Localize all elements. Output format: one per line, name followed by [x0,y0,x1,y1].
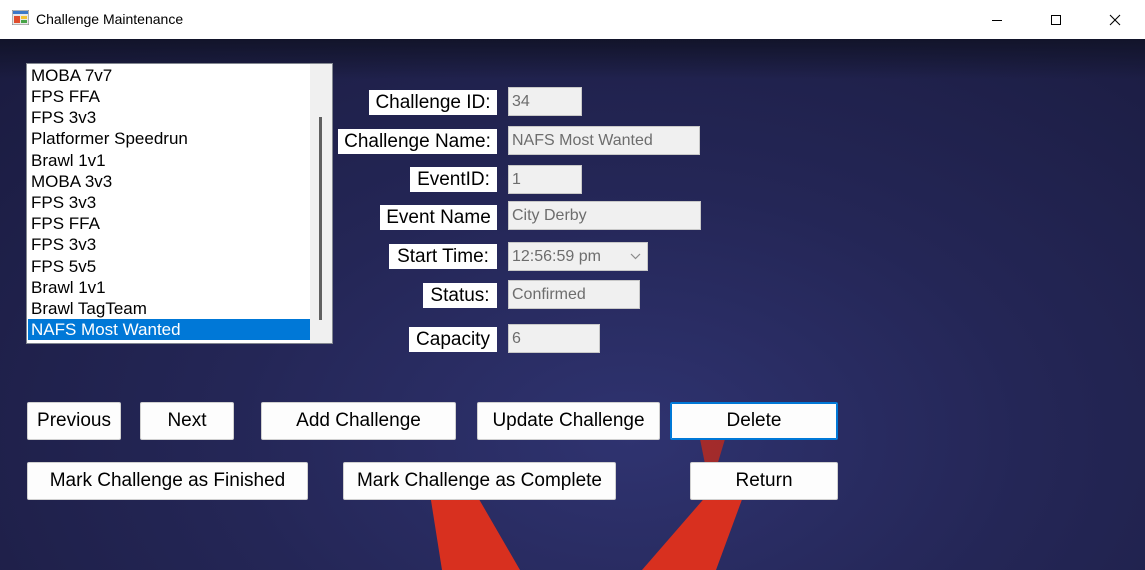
list-item[interactable]: MOBA 7v7 [28,65,310,86]
list-item[interactable]: FPS 5v5 [28,256,310,277]
return-button[interactable]: Return [690,462,838,500]
start-time-label: Start Time: [389,244,497,269]
capacity-field[interactable]: 6 [508,324,600,353]
challenge-id-field[interactable]: 34 [508,87,582,116]
minimize-icon [992,19,1002,21]
close-button[interactable] [1086,0,1144,39]
challenge-name-label: Challenge Name: [338,129,497,154]
list-item-selected[interactable]: NAFS Most Wanted [28,319,310,340]
app-icon [12,10,29,25]
title-bar: Challenge Maintenance [0,0,1145,39]
close-icon [1109,14,1121,25]
list-item[interactable]: FPS 3v3 [28,234,310,255]
window-title: Challenge Maintenance [36,11,184,27]
next-button[interactable]: Next [140,402,234,440]
start-time-value: 12:56:59 pm [512,248,601,265]
capacity-label: Capacity [409,327,497,352]
form-client-area: MOBA 7v7 FPS FFA FPS 3v3 Platformer Spee… [0,39,1145,570]
list-item[interactable]: MOBA 3v3 [28,171,310,192]
list-item[interactable]: Brawl 1v1 [28,277,310,298]
maximize-icon [1051,14,1061,25]
event-id-label: EventID: [410,167,497,192]
list-item[interactable]: Brawl 1v1 [28,150,310,171]
challenge-id-label: Challenge ID: [369,90,497,115]
list-item[interactable]: Platformer Speedrun [28,128,310,149]
status-field[interactable]: Confirmed [508,280,640,309]
listbox-scrollbar[interactable] [310,64,332,343]
challenge-listbox[interactable]: MOBA 7v7 FPS FFA FPS 3v3 Platformer Spee… [26,63,333,344]
event-name-label: Event Name [380,205,497,230]
minimize-button[interactable] [968,0,1026,39]
status-label: Status: [423,283,497,308]
list-item[interactable]: FPS FFA [28,86,310,107]
list-item[interactable]: FPS 3v3 [28,192,310,213]
scrollbar-thumb[interactable] [319,117,322,320]
event-id-field[interactable]: 1 [508,165,582,194]
chevron-down-icon[interactable] [630,251,641,262]
list-item[interactable]: Brawl TagTeam [28,298,310,319]
list-item[interactable]: FPS 3v3 [28,107,310,128]
add-challenge-button[interactable]: Add Challenge [261,402,456,440]
event-name-field[interactable]: City Derby [508,201,701,230]
previous-button[interactable]: Previous [27,402,121,440]
mark-finished-button[interactable]: Mark Challenge as Finished [27,462,308,500]
delete-button[interactable]: Delete [670,402,838,440]
update-challenge-button[interactable]: Update Challenge [477,402,660,440]
list-item[interactable]: FPS FFA [28,213,310,234]
maximize-button[interactable] [1027,0,1085,39]
mark-complete-button[interactable]: Mark Challenge as Complete [343,462,616,500]
start-time-picker[interactable]: 12:56:59 pm [508,242,648,271]
challenge-name-field[interactable]: NAFS Most Wanted [508,126,700,155]
